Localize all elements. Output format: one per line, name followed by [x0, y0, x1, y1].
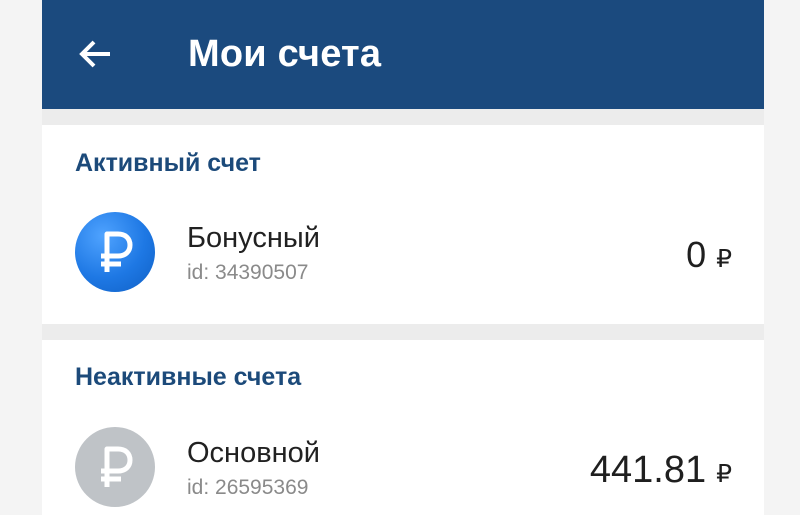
back-button[interactable] [72, 30, 120, 78]
inactive-section-title: Неактивные счета [75, 363, 302, 391]
app-bar: Мои счета [42, 0, 764, 109]
balance-amount: 0 [686, 234, 707, 275]
account-balance: 0 ₽ [686, 235, 732, 275]
currency-symbol: ₽ [716, 460, 732, 488]
page-title: Мои счета [188, 33, 382, 75]
account-id: id: 26595369 [187, 476, 309, 499]
account-avatar [75, 212, 155, 292]
account-avatar [75, 427, 155, 507]
balance-amount: 441.81 [589, 449, 707, 491]
account-id: id: 34390507 [187, 261, 309, 284]
screen: Мои счета Активный счет Бонусный id: 343… [0, 0, 800, 515]
app-screen: Мои счета Активный счет Бонусный id: 343… [42, 0, 764, 515]
ruble-icon [101, 446, 133, 487]
ruble-icon [101, 231, 133, 272]
active-account-card: Активный счет Бонусный id: 34390507 0 ₽ [42, 125, 764, 324]
active-section-title: Активный счет [75, 149, 261, 177]
account-name: Бонусный [187, 222, 320, 254]
account-row-bonus[interactable]: Бонусный id: 34390507 0 ₽ [42, 203, 764, 303]
account-row-main[interactable]: Основной id: 26595369 441.81 ₽ [42, 418, 764, 515]
account-balance: 441.81 ₽ [590, 450, 732, 490]
inactive-accounts-card: Неактивные счета Основной id: 26595369 4… [42, 340, 764, 515]
arrow-left-icon [79, 40, 110, 68]
account-name: Основной [187, 437, 320, 469]
currency-symbol: ₽ [716, 245, 732, 273]
